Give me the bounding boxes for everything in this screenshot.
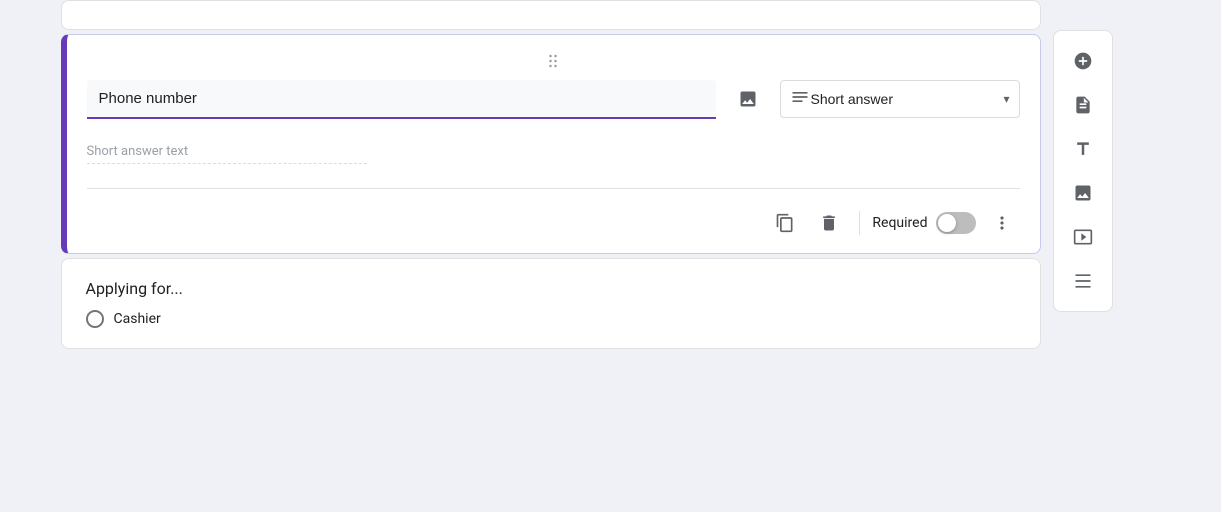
add-image-to-question-button[interactable] [728,79,768,119]
type-select[interactable]: Short answer Paragraph Multiple choice C… [780,80,1020,118]
right-sidebar [1053,30,1113,312]
answer-preview-text: Short answer text [87,144,367,164]
required-toggle[interactable] [936,212,976,234]
bottom-card: Applying for... Cashier [61,258,1041,349]
add-image-sidebar-button[interactable] [1063,173,1103,213]
required-row: Required [872,212,975,234]
add-section-button[interactable] [1063,261,1103,301]
drag-handle[interactable] [87,51,1020,79]
add-title-button[interactable] [1063,129,1103,169]
top-card [61,0,1041,30]
delete-button[interactable] [811,205,847,241]
more-options-button[interactable] [984,205,1020,241]
question-type-dropdown[interactable]: Short answer Paragraph Multiple choice C… [780,80,1020,118]
toggle-knob [938,214,956,232]
duplicate-button[interactable] [767,205,803,241]
question-input[interactable] [87,80,716,119]
cashier-option: Cashier [86,310,1016,328]
action-divider [859,211,860,235]
active-card: Short answer Paragraph Multiple choice C… [61,34,1041,254]
applying-for-title: Applying for... [86,279,1016,298]
required-label: Required [872,215,927,231]
card-divider [87,188,1020,189]
cashier-radio[interactable] [86,310,104,328]
import-questions-button[interactable] [1063,85,1103,125]
answer-preview: Short answer text [87,135,1020,180]
cashier-label: Cashier [114,311,161,327]
add-question-button[interactable] [1063,41,1103,81]
add-video-button[interactable] [1063,217,1103,257]
